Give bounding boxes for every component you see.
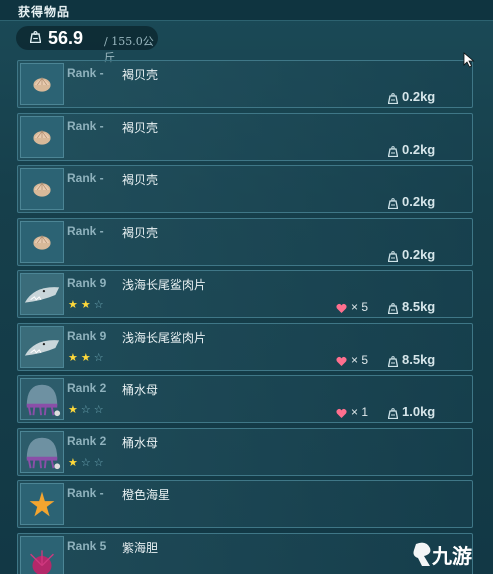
- weight-current: 56.9: [48, 28, 84, 48]
- star-empty-icon: ☆: [93, 299, 104, 311]
- star-empty-icon: ☆: [93, 352, 104, 364]
- heart-quantity: × 5: [351, 300, 369, 314]
- item-row[interactable]: Rank 2 桶水母 ★ ☆ ☆: [17, 428, 473, 476]
- star-empty-icon: ☆: [93, 404, 104, 416]
- weight-icon: [387, 406, 399, 420]
- star-filled-icon: ★: [68, 404, 78, 416]
- item-rank: Rank -: [67, 486, 104, 500]
- item-name: 橙色海星: [122, 488, 171, 502]
- item-row[interactable]: Rank - 褐贝壳 0.2kg: [17, 218, 473, 266]
- shell-thumbnail-icon: [20, 221, 64, 263]
- item-name: 褐贝壳: [122, 226, 159, 240]
- item-rank: Rank -: [67, 66, 104, 80]
- urchin-thumbnail-icon: [20, 536, 64, 574]
- item-rank: Rank 9: [67, 276, 107, 290]
- weight-icon: [387, 354, 399, 368]
- star-filled-icon: ★: [68, 352, 78, 364]
- heart-quantity: × 1: [351, 405, 369, 419]
- item-name: 褐贝壳: [122, 68, 159, 82]
- item-row[interactable]: Rank 5 紫海胆: [17, 533, 473, 574]
- item-weight: 0.2kg: [402, 142, 436, 157]
- star-rating: ★ ★ ☆: [68, 353, 104, 364]
- item-rank: Rank 2: [67, 434, 107, 448]
- item-row[interactable]: Rank - 褐贝壳 0.2kg: [17, 165, 473, 213]
- watermark-text: 九游: [432, 544, 472, 568]
- heart-icon: [336, 406, 347, 418]
- weight-icon: [387, 196, 399, 210]
- item-rank: Rank -: [67, 119, 104, 133]
- jelly-thumbnail-icon: [20, 431, 64, 473]
- star-empty-icon: ☆: [80, 457, 91, 469]
- shell-thumbnail-icon: [20, 116, 64, 158]
- shell-thumbnail-icon: [20, 63, 64, 105]
- item-rank: Rank -: [67, 224, 104, 238]
- starfish-thumbnail-icon: [20, 483, 64, 525]
- weight-icon: [30, 31, 41, 43]
- star-filled-icon: ★: [80, 299, 91, 311]
- item-row[interactable]: Rank 9 浅海长尾鲨肉片 ★ ★ ☆ × 5 8.5kg: [17, 270, 473, 318]
- item-name: 褐贝壳: [122, 121, 159, 135]
- star-empty-icon: ☆: [80, 404, 91, 416]
- star-filled-icon: ★: [80, 352, 91, 364]
- heart-icon: [336, 354, 347, 366]
- jelly-thumbnail-icon: [20, 378, 64, 420]
- item-row[interactable]: Rank 2 桶水母 ★ ☆ ☆ × 1 1.0kg: [17, 375, 473, 423]
- weight-capacity: 56.9 / 155.0公斤: [16, 26, 158, 64]
- item-weight: 8.5kg: [402, 299, 436, 314]
- weight-icon: [387, 144, 399, 158]
- shark-thumbnail-icon: [20, 326, 64, 368]
- item-weight: 0.2kg: [402, 247, 436, 262]
- heart-quantity: × 5: [351, 353, 369, 367]
- star-filled-icon: ★: [68, 457, 78, 469]
- star-empty-icon: ☆: [93, 457, 104, 469]
- item-name: 桶水母: [122, 436, 159, 450]
- item-name: 褐贝壳: [122, 173, 159, 187]
- item-rank: Rank 5: [67, 539, 107, 553]
- item-rank: Rank 2: [67, 381, 107, 395]
- mouse-cursor-icon: [463, 52, 475, 68]
- item-name: 紫海胆: [122, 541, 159, 555]
- item-row[interactable]: Rank 9 浅海长尾鲨肉片 ★ ★ ☆ × 5 8.5kg: [17, 323, 473, 371]
- item-list[interactable]: Rank - 褐贝壳 0.2kg Rank - 褐贝壳 0.2kg Rank - 褐贝壳 0.2…: [17, 60, 473, 574]
- weight-icon: [387, 301, 399, 315]
- item-weight: 1.0kg: [402, 404, 436, 419]
- item-row[interactable]: Rank - 褐贝壳 0.2kg: [17, 60, 473, 108]
- shell-thumbnail-icon: [20, 168, 64, 210]
- item-weight: 0.2kg: [402, 194, 436, 209]
- weight-icon: [387, 249, 399, 263]
- weight-icon: [387, 91, 399, 105]
- item-weight: 8.5kg: [402, 352, 436, 367]
- inventory-header: 获得物品: [0, 0, 493, 21]
- item-row[interactable]: Rank - 橙色海星: [17, 480, 473, 528]
- heart-icon: [336, 301, 347, 313]
- item-rank: Rank -: [67, 171, 104, 185]
- star-rating: ★ ☆ ☆: [68, 405, 104, 416]
- item-name: 浅海长尾鲨肉片: [122, 331, 207, 345]
- item-rank: Rank 9: [67, 329, 107, 343]
- item-name: 浅海长尾鲨肉片: [122, 278, 207, 292]
- star-filled-icon: ★: [68, 299, 78, 311]
- header-title: 获得物品: [18, 5, 71, 19]
- star-rating: ★ ★ ☆: [68, 300, 104, 311]
- item-name: 桶水母: [122, 383, 159, 397]
- shark-thumbnail-icon: [20, 273, 64, 315]
- star-rating: ★ ☆ ☆: [68, 458, 104, 469]
- item-weight: 0.2kg: [402, 89, 436, 104]
- item-row[interactable]: Rank - 褐贝壳 0.2kg: [17, 113, 473, 161]
